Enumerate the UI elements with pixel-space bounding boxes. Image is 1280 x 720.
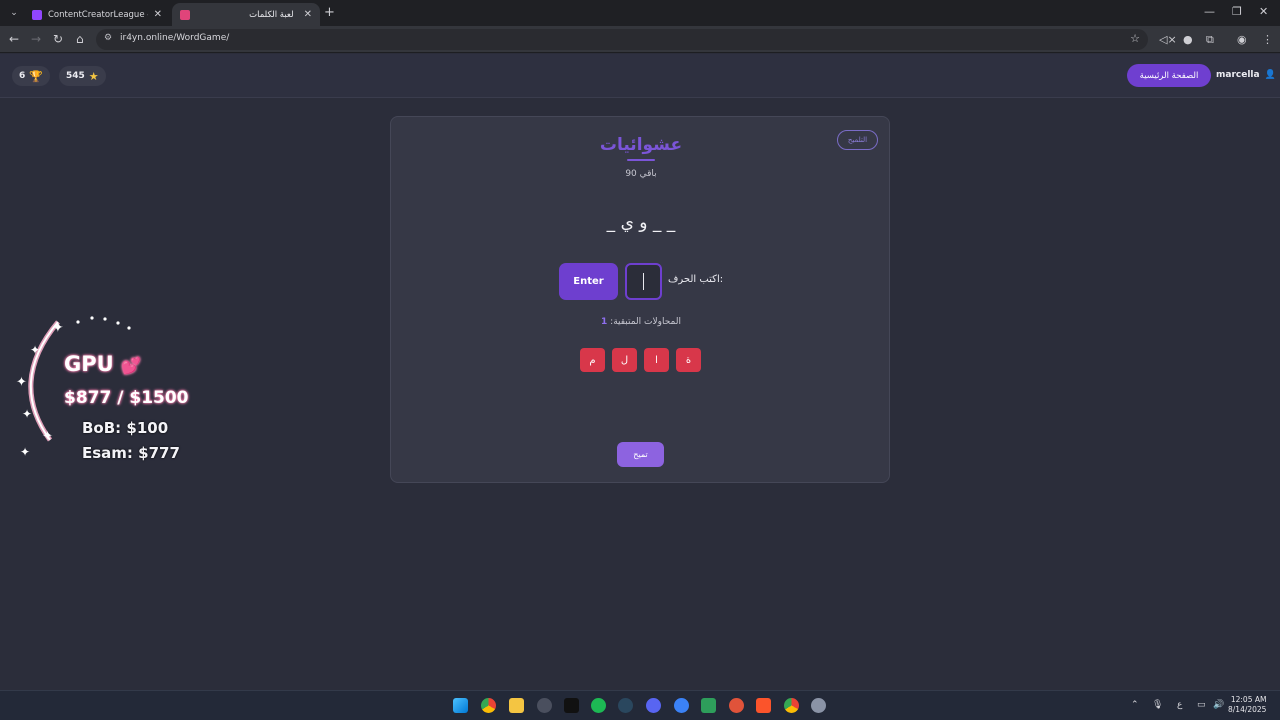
- maximize-icon[interactable]: ❐: [1232, 5, 1242, 18]
- brave-icon[interactable]: [756, 698, 771, 713]
- volume-icon[interactable]: 🔊: [1213, 700, 1224, 710]
- home-icon[interactable]: ⌂: [76, 32, 84, 46]
- tab-title: لعبة الكلمات: [249, 9, 294, 20]
- home-button[interactable]: الصفحة الرئيسية: [1127, 64, 1211, 87]
- attempts-label: المحاولات المتبقية:: [610, 317, 681, 327]
- svg-text:✦: ✦: [22, 407, 32, 421]
- tiktok-icon[interactable]: [564, 698, 579, 713]
- settings-icon[interactable]: [811, 698, 826, 713]
- menu-icon[interactable]: ⋮: [1262, 33, 1273, 46]
- close-window-icon[interactable]: ✕: [1259, 5, 1268, 18]
- svg-text:✦: ✦: [42, 429, 53, 444]
- category-title: عشوائيات: [599, 135, 683, 155]
- guessed-letter-chip: ة: [676, 348, 701, 372]
- file-explorer-icon[interactable]: [509, 698, 524, 713]
- profile-icon[interactable]: ◉: [1237, 33, 1247, 46]
- word-pattern: _ و ي _ _: [606, 213, 676, 233]
- extension-circle-icon[interactable]: ●: [1183, 33, 1193, 46]
- tab-search-icon[interactable]: ⌄: [6, 5, 22, 21]
- twitch-favicon-icon: [32, 9, 42, 20]
- svg-text:✦: ✦: [16, 375, 27, 390]
- new-tab-icon[interactable]: +: [324, 5, 335, 20]
- reload-icon[interactable]: ↻: [53, 32, 63, 46]
- app-green-icon[interactable]: [701, 698, 716, 713]
- forward-icon[interactable]: →: [31, 32, 41, 46]
- guessed-letter-chip: ا: [644, 348, 669, 372]
- attempts-value: 1: [601, 317, 608, 327]
- tab-wordgame[interactable]: لعبة الكلمات ✕: [172, 3, 320, 26]
- extensions-puzzle-icon[interactable]: ⧉: [1206, 33, 1214, 47]
- hint-submit-button[interactable]: تميح: [617, 442, 664, 467]
- remaining-counter: باقي 90: [625, 169, 657, 179]
- site-header: 6 🏆 545 ★ الصفحة الرئيسية marcella 👤: [0, 54, 1280, 98]
- steam-icon[interactable]: [618, 698, 633, 713]
- clock-date: 8/14/2025: [1228, 705, 1267, 714]
- guessed-letters: م ل ا ة: [580, 348, 701, 372]
- clock-time: 12:05 AM: [1230, 695, 1267, 704]
- guessed-letter-chip: ل: [612, 348, 637, 372]
- svg-text:✦: ✦: [30, 343, 40, 357]
- game-card: التلميح عشوائيات باقي 90 _ و ي _ _ Enter…: [390, 116, 890, 483]
- chrome-icon[interactable]: [481, 698, 496, 713]
- guessed-letter-chip: م: [580, 348, 605, 372]
- star-count-value: 545: [66, 71, 85, 81]
- user-icon: 👤: [1264, 70, 1276, 80]
- star-icon: ★: [88, 69, 99, 83]
- trophy-count-value: 6: [19, 71, 26, 81]
- bookmark-star-icon[interactable]: ☆: [1130, 32, 1140, 45]
- language-indicator[interactable]: ع: [1177, 700, 1182, 710]
- spotify-icon[interactable]: [591, 698, 606, 713]
- wordgame-favicon-icon: [180, 9, 190, 20]
- tab-title: ContentCreatorLeague - Twitch: [48, 9, 148, 20]
- chrome-active-icon[interactable]: [784, 698, 799, 713]
- tab-twitch[interactable]: ContentCreatorLeague - Twitch ✕: [24, 3, 170, 26]
- close-tab-icon[interactable]: ✕: [154, 9, 162, 20]
- app-icon[interactable]: [537, 698, 552, 713]
- enter-button[interactable]: Enter: [559, 263, 618, 300]
- system-clock[interactable]: 12:05 AM 8/14/2025: [1228, 695, 1266, 715]
- donor-esam: Esam: $777: [82, 444, 180, 462]
- close-tab-icon[interactable]: ✕: [304, 9, 312, 20]
- trophy-count: 6 🏆: [12, 66, 50, 86]
- donor-bob: BoB: $100: [82, 419, 169, 437]
- minimize-icon[interactable]: —: [1204, 5, 1215, 18]
- gpu-label: GPU: [64, 352, 114, 376]
- gpu-goal-amount: $877 / $1500: [64, 388, 189, 408]
- app-blue-icon[interactable]: [674, 698, 689, 713]
- discord-icon[interactable]: [646, 698, 661, 713]
- windows-taskbar: ⌃ 🎙 ع ▭ 🔊 12:05 AM 8/14/2025: [0, 690, 1280, 720]
- browser-toolbar: ← → ↻ ⌂ ⚙ ir4yn.online/WordGame/ ☆ ◁× ● …: [0, 26, 1280, 53]
- mute-icon[interactable]: ◁×: [1159, 33, 1177, 46]
- address-bar[interactable]: ⚙ ir4yn.online/WordGame/ ☆: [96, 29, 1148, 50]
- windows-start-icon[interactable]: [453, 698, 468, 713]
- url-text: ir4yn.online/WordGame/: [120, 33, 230, 43]
- site-info-icon[interactable]: ⚙: [104, 33, 112, 43]
- gpu-goal-label: GPU 💕: [64, 352, 141, 376]
- username: marcella: [1216, 70, 1260, 80]
- attempts-remaining: المحاولات المتبقية: 1: [391, 317, 891, 327]
- tray-chevron-icon[interactable]: ⌃: [1131, 700, 1139, 710]
- title-underline: [627, 159, 655, 161]
- app-orange-icon[interactable]: [729, 698, 744, 713]
- letter-input-label: اكتب الحرف:: [668, 274, 724, 285]
- back-icon[interactable]: ←: [9, 32, 19, 46]
- svg-text:✦: ✦: [20, 445, 30, 459]
- text-caret: [643, 273, 644, 290]
- browser-tab-bar: ⌄ ContentCreatorLeague - Twitch ✕ لعبة ا…: [0, 0, 1280, 26]
- microphone-icon[interactable]: 🎙: [1152, 700, 1163, 710]
- trophy-icon: 🏆: [29, 69, 43, 83]
- heart-icon: 💕: [121, 356, 141, 375]
- svg-text:✦: ✦: [52, 320, 64, 336]
- display-icon[interactable]: ▭: [1197, 700, 1206, 710]
- user-menu[interactable]: marcella 👤: [1216, 70, 1276, 80]
- stream-overlay: ✦ ✦ ✦ ✦ ✦ ✦ GPU 💕 $877 / $1500 BoB: $100…: [8, 312, 208, 472]
- star-count: 545 ★: [59, 66, 106, 86]
